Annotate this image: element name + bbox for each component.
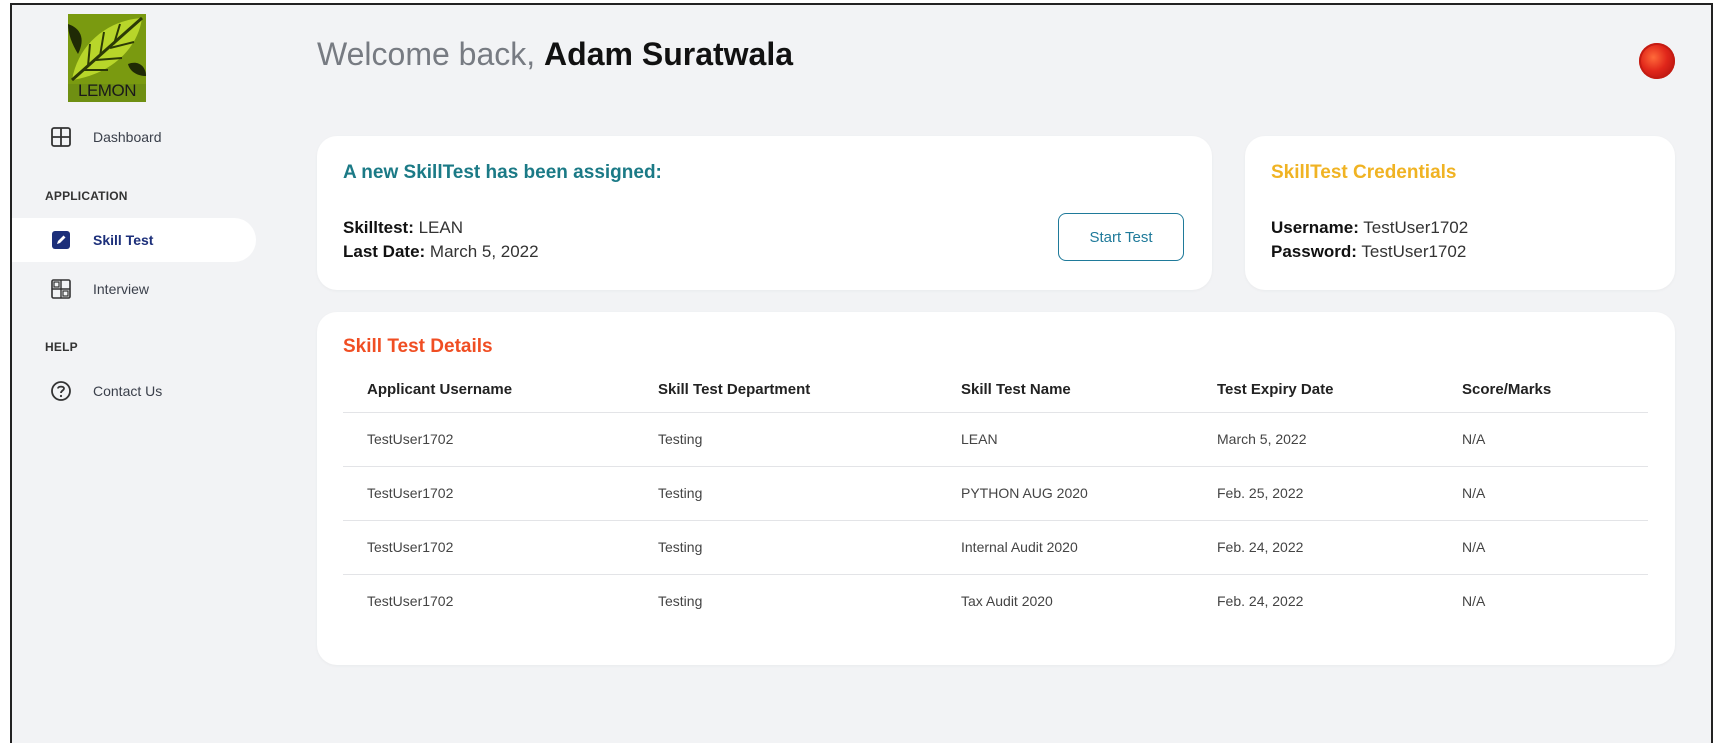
table-row[interactable]: TestUser1702 Testing PYTHON AUG 2020 Feb… (343, 466, 1648, 521)
credentials-title: SkillTest Credentials (1271, 162, 1457, 183)
cell-test-name: LEAN (937, 412, 1193, 467)
cell-score: N/A (1438, 412, 1648, 467)
skill-test-details-card: Skill Test Details Applicant Username Sk… (317, 312, 1675, 665)
cell-department: Testing (658, 593, 703, 610)
sidebar-item-label: Interview (93, 281, 150, 297)
skill-test-table: Applicant Username Skill Test Department… (343, 368, 1648, 628)
sidebar-item-skill-test[interactable]: Skill Test (12, 218, 256, 262)
details-title: Skill Test Details (343, 336, 493, 357)
cell-expiry-date: Feb. 25, 2022 (1193, 466, 1438, 521)
cell-expiry-date: March 5, 2022 (1193, 412, 1438, 467)
sidebar-item-interview[interactable]: Interview (12, 267, 256, 311)
welcome-prefix: Welcome back, (317, 36, 536, 72)
start-test-button[interactable]: Start Test (1058, 213, 1184, 261)
last-date-value: March 5, 2022 (429, 242, 539, 261)
sidebar: LEMON Dashboard APPLICATION Skill Test I… (12, 5, 258, 743)
password-row: Password: TestUser1702 (1271, 242, 1466, 262)
cell-score: N/A (1462, 593, 1486, 610)
cell-department: Testing (634, 520, 937, 575)
app-frame: LEMON Dashboard APPLICATION Skill Test I… (10, 3, 1713, 743)
section-label-application: APPLICATION (45, 189, 128, 203)
welcome-heading: Welcome back, Adam Suratwala (317, 36, 793, 73)
sidebar-item-label: Dashboard (93, 129, 162, 145)
credentials-card: SkillTest Credentials Username: TestUser… (1245, 136, 1675, 290)
skilltest-key: Skilltest: (343, 218, 414, 237)
cell-test-name: PYTHON AUG 2020 (937, 466, 1193, 521)
user-name: Adam Suratwala (544, 36, 794, 72)
table-row[interactable]: TestUser1702 Testing Tax Audit 2020 Feb.… (343, 574, 1648, 628)
last-date-key: Last Date: (343, 242, 426, 261)
cell-expiry-date: Feb. 24, 2022 (1217, 593, 1304, 610)
interview-layout-icon (50, 278, 72, 300)
cell-username: TestUser1702 (343, 520, 634, 575)
lemon-logo[interactable]: LEMON (68, 14, 146, 102)
cell-expiry-date: Feb. 24, 2022 (1193, 520, 1438, 575)
column-header-department[interactable]: Skill Test Department (634, 368, 937, 413)
column-header-applicant-username[interactable]: Applicant Username (343, 368, 634, 413)
skilltest-value: LEAN (418, 218, 464, 237)
table-row[interactable]: TestUser1702 Testing LEAN March 5, 2022 … (343, 412, 1648, 467)
avatar[interactable] (1639, 43, 1675, 79)
dashboard-grid-icon (50, 126, 72, 148)
password-value: TestUser1702 (1361, 242, 1467, 261)
sidebar-item-contact-us[interactable]: Contact Us (12, 369, 256, 413)
cell-score: N/A (1438, 466, 1648, 521)
password-key: Password: (1271, 242, 1357, 261)
cell-department: Testing (634, 466, 937, 521)
cell-department: Testing (634, 412, 937, 467)
cell-username: TestUser1702 (343, 412, 634, 467)
column-header-score[interactable]: Score/Marks (1438, 368, 1648, 413)
assignment-title: A new SkillTest has been assigned: (343, 162, 662, 183)
cell-test-name: Internal Audit 2020 (937, 520, 1193, 575)
table-header-row: Applicant Username Skill Test Department… (343, 368, 1648, 413)
username-key: Username: (1271, 218, 1359, 237)
sidebar-item-label: Skill Test (93, 232, 154, 248)
username-row: Username: TestUser1702 (1271, 218, 1468, 238)
section-label-help: HELP (45, 340, 78, 354)
cell-username: TestUser1702 (367, 593, 454, 610)
logo-text: LEMON (78, 81, 136, 100)
table-row[interactable]: TestUser1702 Testing Internal Audit 2020… (343, 520, 1648, 575)
username-value: TestUser1702 (1363, 218, 1469, 237)
leaf-logo-icon (68, 14, 146, 84)
cell-score: N/A (1438, 520, 1648, 575)
cell-username: TestUser1702 (343, 466, 634, 521)
sidebar-item-dashboard[interactable]: Dashboard (12, 115, 256, 159)
cell-test-name: Tax Audit 2020 (961, 593, 1053, 610)
edit-pencil-icon (50, 229, 72, 251)
column-header-expiry-date[interactable]: Test Expiry Date (1193, 368, 1438, 413)
help-question-icon (50, 380, 72, 402)
last-date-row: Last Date: March 5, 2022 (343, 242, 539, 262)
assignment-card: A new SkillTest has been assigned: Skill… (317, 136, 1212, 290)
sidebar-item-label: Contact Us (93, 383, 163, 399)
column-header-test-name[interactable]: Skill Test Name (937, 368, 1193, 413)
skilltest-row: Skilltest: LEAN (343, 218, 463, 238)
